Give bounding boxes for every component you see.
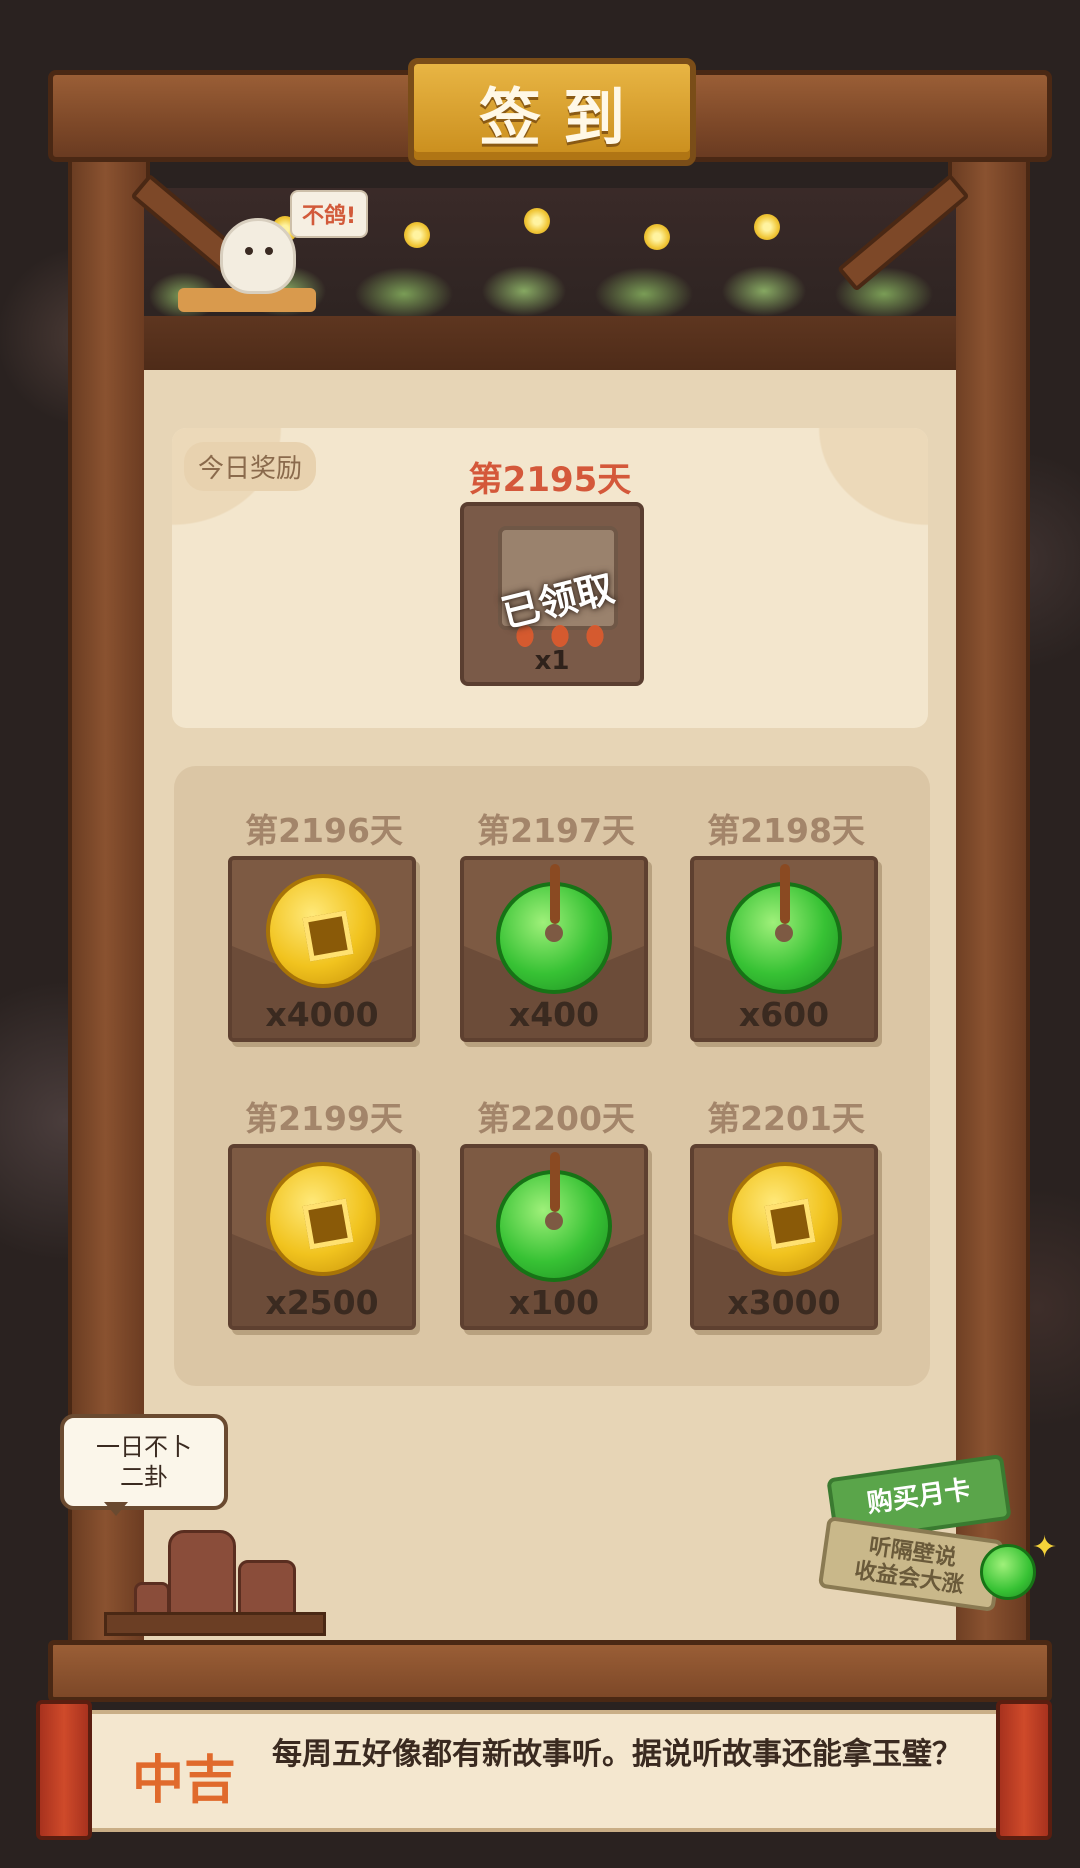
reward-quantity: x400 [508, 995, 600, 1034]
coin-icon [266, 874, 380, 988]
bubble-line-2: 二卦 [120, 1463, 168, 1491]
reward-quantity: x2500 [265, 1283, 379, 1322]
fortune-text: 每周五好像都有新故事听。据说听故事还能拿玉璧？ [272, 1737, 962, 1772]
reward-quantity: x4000 [265, 995, 379, 1034]
bubble-line-1: 一日不卜 [96, 1433, 192, 1461]
bird-tag: 不鸽! [290, 190, 369, 238]
reward-quantity: x600 [738, 995, 830, 1034]
reward-tile[interactable]: x2500 [228, 1144, 416, 1330]
frame-lintel [144, 316, 956, 374]
today-quantity: x1 [534, 646, 570, 676]
sparkle-icon: ✦ [1032, 1530, 1058, 1565]
flower-icon [524, 208, 550, 234]
reward-tile[interactable]: x3000 [690, 1144, 878, 1330]
flower-icon [754, 214, 780, 240]
month-card-hint: 听隔壁说 收益会大涨 [817, 1515, 1005, 1613]
day-label: 第2196天 [245, 811, 403, 850]
coin-icon [728, 1162, 842, 1276]
day-label: 第2197天 [477, 811, 635, 850]
shelf [104, 1612, 326, 1636]
frame-bottom-beam [48, 1640, 1052, 1702]
title-plaque: 签到 [408, 58, 696, 166]
reward-tile[interactable]: x400 [460, 856, 648, 1042]
jars-decor [104, 1500, 326, 1636]
divination-bubble[interactable]: 一日不卜 二卦 [60, 1414, 228, 1516]
jade-icon [496, 864, 612, 994]
jade-icon [980, 1544, 1036, 1600]
day-label: 第2198天 [707, 811, 865, 850]
coin-icon [266, 1162, 380, 1276]
fortune-level: 中吉 [132, 1751, 237, 1811]
scroll-roll-right [996, 1700, 1052, 1840]
scroll-roll-left [36, 1700, 92, 1840]
flower-icon [644, 224, 670, 250]
day-label: 第2201天 [707, 1099, 865, 1138]
today-reward-item[interactable]: x1 已领取 [460, 502, 644, 686]
day-label: 第2200天 [477, 1099, 635, 1138]
fortune-paper: 中吉 每周五好像都有新故事听。据说听故事还能拿玉璧？ [92, 1710, 996, 1832]
month-card-button[interactable]: 购买月卡 听隔壁说 收益会大涨 ✦ [817, 1440, 1057, 1620]
jade-icon [496, 1152, 612, 1282]
today-day-label: 第2195天 [468, 460, 632, 500]
jade-icon [726, 864, 842, 994]
page-title: 签到 [478, 81, 647, 154]
reward-quantity: x3000 [727, 1283, 841, 1322]
fortune-scroll[interactable]: 中吉 每周五好像都有新故事听。据说听故事还能拿玉璧？ [36, 1700, 1052, 1840]
reward-tile[interactable]: x600 [690, 856, 878, 1042]
reward-tile[interactable]: x100 [460, 1144, 648, 1330]
reward-quantity: x100 [508, 1283, 600, 1322]
reward-tile[interactable]: x4000 [228, 856, 416, 1042]
curtain-right [798, 428, 928, 728]
today-reward-tag: 今日奖励 [184, 442, 317, 491]
day-label: 第2199天 [245, 1099, 403, 1138]
flower-icon [404, 222, 430, 248]
pigeon-mascot[interactable] [220, 218, 296, 294]
